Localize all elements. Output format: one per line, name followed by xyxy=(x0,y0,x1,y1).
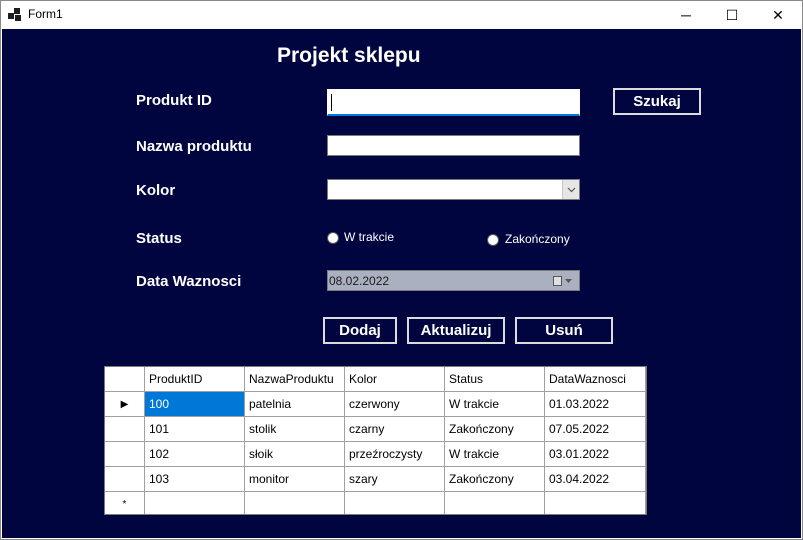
status-w-trakcie-radio[interactable] xyxy=(327,232,339,244)
kolor-dropdown[interactable] xyxy=(327,179,580,200)
page-title: Projekt sklepu xyxy=(277,44,421,67)
table-cell[interactable]: Zakończony xyxy=(445,467,545,492)
column-header-datawaznosci[interactable]: DataWaznosci xyxy=(545,367,646,392)
table-cell[interactable]: czerwony xyxy=(345,392,445,417)
column-header-status[interactable]: Status xyxy=(445,367,545,392)
status-label: Status xyxy=(136,230,182,247)
table-cell[interactable]: monitor xyxy=(245,467,345,492)
kolor-label: Kolor xyxy=(136,182,176,199)
aktualizuj-button[interactable]: Aktualizuj xyxy=(407,317,505,344)
row-header[interactable] xyxy=(105,467,145,492)
column-header-kolor[interactable]: Kolor xyxy=(345,367,445,392)
szukaj-button[interactable]: Szukaj xyxy=(613,88,701,115)
table-cell[interactable]: patelnia xyxy=(245,392,345,417)
current-row-icon: ▶ xyxy=(120,398,129,410)
nazwa-produktu-label: Nazwa produktu xyxy=(136,138,252,155)
table-cell[interactable]: W trakcie xyxy=(445,442,545,467)
table-cell[interactable]: stolik xyxy=(245,417,345,442)
status-zakonczony-label[interactable]: Zakończony xyxy=(505,232,570,246)
data-waznosci-picker[interactable]: 08.02.2022 xyxy=(327,270,580,291)
dropdown-toggle[interactable] xyxy=(562,180,579,199)
table-cell[interactable]: Zakończony xyxy=(445,417,545,442)
products-data-grid[interactable]: ProduktID NazwaProduktu Kolor Status Dat… xyxy=(104,366,647,515)
row-header[interactable] xyxy=(105,417,145,442)
nazwa-produktu-input[interactable] xyxy=(327,135,580,156)
minimize-button[interactable]: ─ xyxy=(663,1,709,29)
table-cell[interactable]: 102 xyxy=(145,442,245,467)
new-row-cell[interactable] xyxy=(545,492,646,514)
table-cell[interactable]: 101 xyxy=(145,417,245,442)
new-row-header[interactable]: * xyxy=(105,492,145,514)
status-zakonczony-radio[interactable] xyxy=(487,234,499,246)
app-window: Form1 ─ ☐ ✕ Projekt sklepu Produkt ID Sz… xyxy=(0,0,803,540)
column-header-produktid[interactable]: ProduktID xyxy=(145,367,245,392)
data-waznosci-label: Data Waznosci xyxy=(136,273,242,290)
grid-corner-header[interactable] xyxy=(105,367,145,392)
close-button[interactable]: ✕ xyxy=(755,1,801,29)
chevron-down-icon xyxy=(565,279,572,283)
table-cell[interactable]: W trakcie xyxy=(445,392,545,417)
minimize-icon: ─ xyxy=(681,7,691,23)
table-cell[interactable]: 103 xyxy=(145,467,245,492)
date-value: 08.02.2022 xyxy=(329,274,390,288)
maximize-button[interactable]: ☐ xyxy=(709,1,755,29)
calendar-icon xyxy=(553,276,562,286)
new-row-cell[interactable] xyxy=(445,492,545,514)
table-cell[interactable]: słoik xyxy=(245,442,345,467)
table-cell[interactable]: przeźroczysty xyxy=(345,442,445,467)
row-header[interactable]: ▶ xyxy=(105,392,145,417)
calendar-dropdown-button[interactable] xyxy=(553,275,573,287)
row-header[interactable] xyxy=(105,442,145,467)
chevron-down-icon xyxy=(567,187,575,192)
table-cell[interactable]: 07.05.2022 xyxy=(545,417,646,442)
table-cell[interactable]: czarny xyxy=(345,417,445,442)
produkt-id-label: Produkt ID xyxy=(136,92,212,109)
form-client-area: Projekt sklepu Produkt ID Szukaj Nazwa p… xyxy=(2,29,801,538)
dodaj-button[interactable]: Dodaj xyxy=(323,317,397,344)
close-icon: ✕ xyxy=(772,6,784,23)
new-row-cell[interactable] xyxy=(245,492,345,514)
new-row-icon: * xyxy=(122,498,127,510)
table-cell[interactable]: 03.01.2022 xyxy=(545,442,646,467)
text-caret xyxy=(331,94,332,111)
table-cell[interactable]: 03.04.2022 xyxy=(545,467,646,492)
new-row-cell[interactable] xyxy=(345,492,445,514)
column-header-nazwaproduktu[interactable]: NazwaProduktu xyxy=(245,367,345,392)
form-app-icon xyxy=(8,8,22,22)
status-w-trakcie-label[interactable]: W trakcie xyxy=(344,230,394,244)
usun-button[interactable]: Usuń xyxy=(515,317,613,344)
maximize-icon: ☐ xyxy=(725,6,739,23)
table-cell[interactable]: szary xyxy=(345,467,445,492)
produkt-id-input[interactable] xyxy=(327,89,580,116)
table-cell[interactable]: 100 xyxy=(145,392,245,417)
new-row-cell[interactable] xyxy=(145,492,245,514)
table-cell[interactable]: 01.03.2022 xyxy=(545,392,646,417)
title-bar[interactable]: Form1 ─ ☐ ✕ xyxy=(1,1,802,29)
window-title: Form1 xyxy=(28,7,63,21)
